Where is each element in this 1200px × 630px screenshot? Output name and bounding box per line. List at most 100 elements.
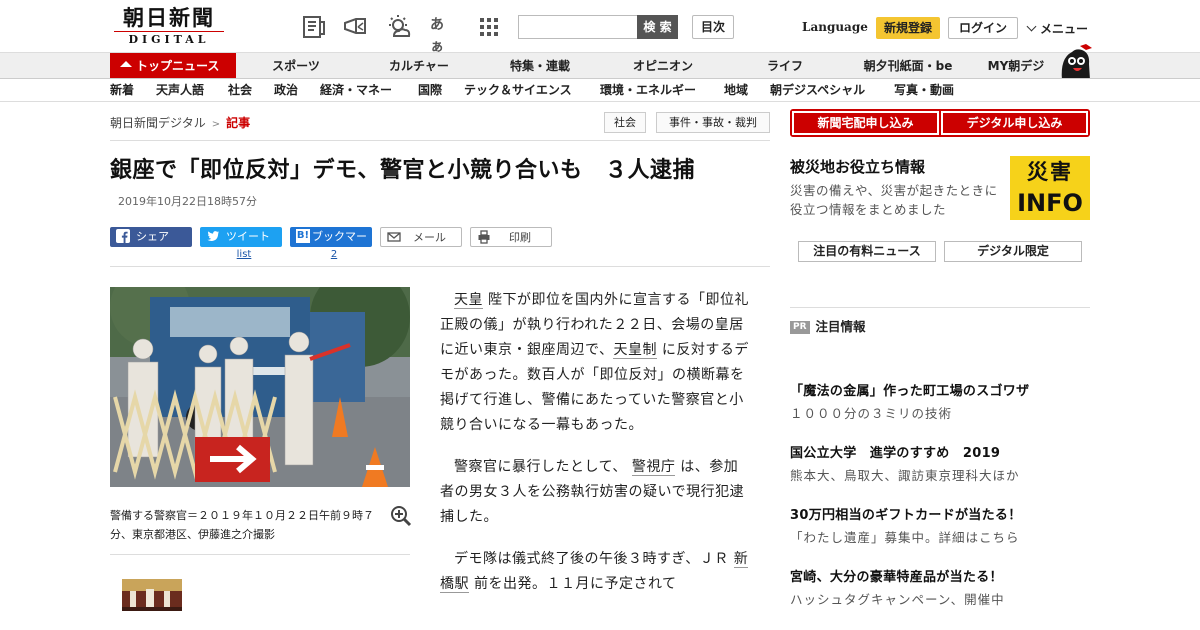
article-headline: 銀座で「即位反対」デモ、警官と小競り合いも ３人逮捕 <box>110 158 696 183</box>
tab-paid-news[interactable]: 注目の有料ニュース <box>798 241 936 262</box>
pr-heading-label: 注目情報 <box>815 319 866 334</box>
article-photo[interactable] <box>110 287 410 487</box>
nav-sports[interactable]: スポーツ <box>260 53 332 79</box>
primary-nav: トップニュース スポーツ カルチャー 特集・連載 オピニオン ライフ 朝夕刊紙面… <box>0 52 1200 79</box>
site-logo[interactable]: 朝日新聞 DIGITAL <box>110 6 228 48</box>
disaster-info-title[interactable]: 被災地お役立ち情報 <box>790 156 925 177</box>
divider <box>110 140 770 141</box>
mail-icon <box>387 232 401 242</box>
weather-icon[interactable] <box>386 14 412 40</box>
nav-society[interactable]: 社会 <box>228 79 252 101</box>
keyword-link-tennosei[interactable]: 天皇制 <box>613 342 657 359</box>
font-size-icon[interactable]: あぁ <box>430 14 456 55</box>
pr-item[interactable]: 30万円相当のギフトカードが当たる！ 「わたし遺産」募集中。詳細はこちら <box>790 504 1090 546</box>
newspaper-icon[interactable] <box>301 14 327 40</box>
subscribe-paper-button[interactable]: 新聞宅配申し込み <box>792 111 939 135</box>
article-paragraph: デモ隊は儀式終了後の午後３時すぎ、ＪＲ 新橋駅 前を出発。１１月に予定されて <box>440 547 750 597</box>
twitter-share-label: ツイート <box>226 230 270 243</box>
keyword-link-keishicho[interactable]: 警視庁 <box>631 459 676 476</box>
nav-features[interactable]: 特集・連載 <box>495 53 585 79</box>
breadcrumb-separator: > <box>211 119 221 130</box>
nav-special[interactable]: 朝デジスペシャル <box>770 79 865 101</box>
pr-badge: PR <box>790 321 810 334</box>
divider <box>790 307 1090 308</box>
tab-digital-only[interactable]: デジタル限定 <box>944 241 1082 262</box>
nav-international[interactable]: 国際 <box>418 79 442 101</box>
nav-environment[interactable]: 環境・エネルギー <box>600 79 696 101</box>
paragraph-text: 警察官に暴行したとして、 <box>454 459 632 475</box>
paragraph-text: 前を出発。１１月に予定されて <box>469 576 677 592</box>
facebook-share-label: シェア <box>136 230 169 243</box>
logo-rule <box>114 31 224 32</box>
nav-economy[interactable]: 経済・マネー <box>320 79 392 101</box>
nav-tech-science[interactable]: テック＆サイエンス <box>464 79 572 101</box>
zoom-in-icon[interactable] <box>390 505 412 527</box>
nav-life[interactable]: ライフ <box>750 53 820 79</box>
publish-date: 2019年10月22日18時57分 <box>118 195 257 208</box>
search-button[interactable]: 検 索 <box>637 15 678 39</box>
grid-apps-icon[interactable] <box>476 14 502 40</box>
twitter-share-button[interactable]: ツイート <box>200 227 282 247</box>
toc-button[interactable]: 目次 <box>692 15 734 39</box>
tag-society[interactable]: 社会 <box>604 112 646 133</box>
pr-item-title: 国公立大学 進学のすすめ 2019 <box>790 446 1001 461</box>
site-header: 朝日新聞 DIGITAL あぁ 検 索 目次 Language 新規登録 ログイ… <box>0 0 1200 55</box>
pr-item-title: 30万円相当のギフトカードが当たる！ <box>790 508 1022 523</box>
pr-item[interactable]: 「魔法の金属」作った町工場のスゴワザ １０００分の３ミリの技術 <box>790 380 1090 422</box>
login-button[interactable]: ログイン <box>948 17 1018 39</box>
megaphone-icon[interactable] <box>342 14 368 40</box>
search-input[interactable] <box>518 15 638 39</box>
nav-local[interactable]: 地域 <box>724 79 748 101</box>
logo-main-text: 朝日新聞 <box>123 5 215 30</box>
facebook-icon <box>116 229 130 243</box>
divider <box>110 266 770 267</box>
nav-culture[interactable]: カルチャー <box>376 53 462 79</box>
nav-photo-video[interactable]: 写真・動画 <box>894 79 954 101</box>
article-body: 天皇 陛下が即位を国内外に宣言する「即位礼正殿の儀」が執り行われた２２日、会場の… <box>440 288 750 614</box>
mail-share-label: メール <box>413 231 446 244</box>
print-button[interactable]: 印刷 <box>470 227 552 247</box>
subscribe-digital-button[interactable]: デジタル申し込み <box>941 111 1088 135</box>
logo-sub-text: DIGITAL <box>128 33 210 46</box>
mail-share-button[interactable]: メール <box>380 227 462 247</box>
hatena-icon: B! <box>296 229 310 243</box>
pr-item[interactable]: 国公立大学 進学のすすめ 2019 熊本大、鳥取大、諏訪東京理科大ほか <box>790 442 1090 484</box>
disaster-logo-bottom: INFO <box>1017 189 1083 217</box>
nav-top-news-label: トップニュース <box>136 59 220 73</box>
menu-button[interactable]: メニュー <box>1026 20 1088 37</box>
pr-item[interactable]: 宮崎、大分の豪華特産品が当たる！ ハッシュタグキャンペーン、開催中 <box>790 566 1090 608</box>
nav-my-asahi[interactable]: MY朝デジ <box>980 53 1052 79</box>
language-link[interactable]: Language <box>802 20 868 34</box>
disaster-info-description: 災害の備えや、災害が起きたときに役立つ情報をまとめました <box>790 183 998 217</box>
breadcrumb-current: 記事 <box>226 116 251 130</box>
photo-caption: 警備する警察官＝２０１９年１０月２２日午前９時７分、東京都港区、伊藤進之介撮影 <box>110 509 374 541</box>
twitter-count[interactable]: list <box>203 249 285 260</box>
register-button[interactable]: 新規登録 <box>876 17 940 39</box>
nav-top-news[interactable]: トップニュース <box>110 53 236 79</box>
pr-item-subtitle: 「わたし遺産」募集中。詳細はこちら <box>790 530 1020 545</box>
mascot-icon <box>1061 44 1092 80</box>
home-icon <box>120 61 132 67</box>
article-paragraph: 警察官に暴行したとして、 警視庁 は、参加者の男女３人を公務執行妨害の疑いで現行… <box>440 455 750 530</box>
hatena-bookmark-button[interactable]: B! ブックマーク <box>290 227 372 263</box>
nav-opinion[interactable]: オピニオン <box>618 53 708 79</box>
photo-thumbnail[interactable] <box>122 579 182 611</box>
nav-paper[interactable]: 朝夕刊紙面・be <box>855 53 961 79</box>
twitter-icon <box>207 231 219 241</box>
nav-politics[interactable]: 政治 <box>274 79 298 101</box>
breadcrumb-home[interactable]: 朝日新聞デジタル <box>110 116 206 130</box>
chevron-down-icon <box>1026 21 1037 32</box>
facebook-share-button[interactable]: シェア <box>110 227 192 247</box>
pr-item-title: 宮崎、大分の豪華特産品が当たる！ <box>790 570 1003 585</box>
nav-tensei-jingo[interactable]: 天声人語 <box>156 79 204 101</box>
hatena-count[interactable]: 2 <box>293 249 375 260</box>
pr-item-subtitle: １０００分の３ミリの技術 <box>790 406 953 421</box>
secondary-nav: 新着 天声人語 社会 政治 経済・マネー 国際 テック＆サイエンス 環境・エネル… <box>0 78 1200 102</box>
pr-item-title: 「魔法の金属」作った町工場のスゴワザ <box>790 384 1030 399</box>
disaster-logo-top: 災害 <box>1027 160 1073 184</box>
nav-latest[interactable]: 新着 <box>110 79 134 101</box>
disaster-info-banner[interactable]: 災害 INFO <box>1010 156 1090 220</box>
keyword-link-tenno[interactable]: 天皇 <box>454 292 483 309</box>
tag-incidents[interactable]: 事件・事故・裁判 <box>656 112 770 133</box>
print-label: 印刷 <box>509 231 531 244</box>
